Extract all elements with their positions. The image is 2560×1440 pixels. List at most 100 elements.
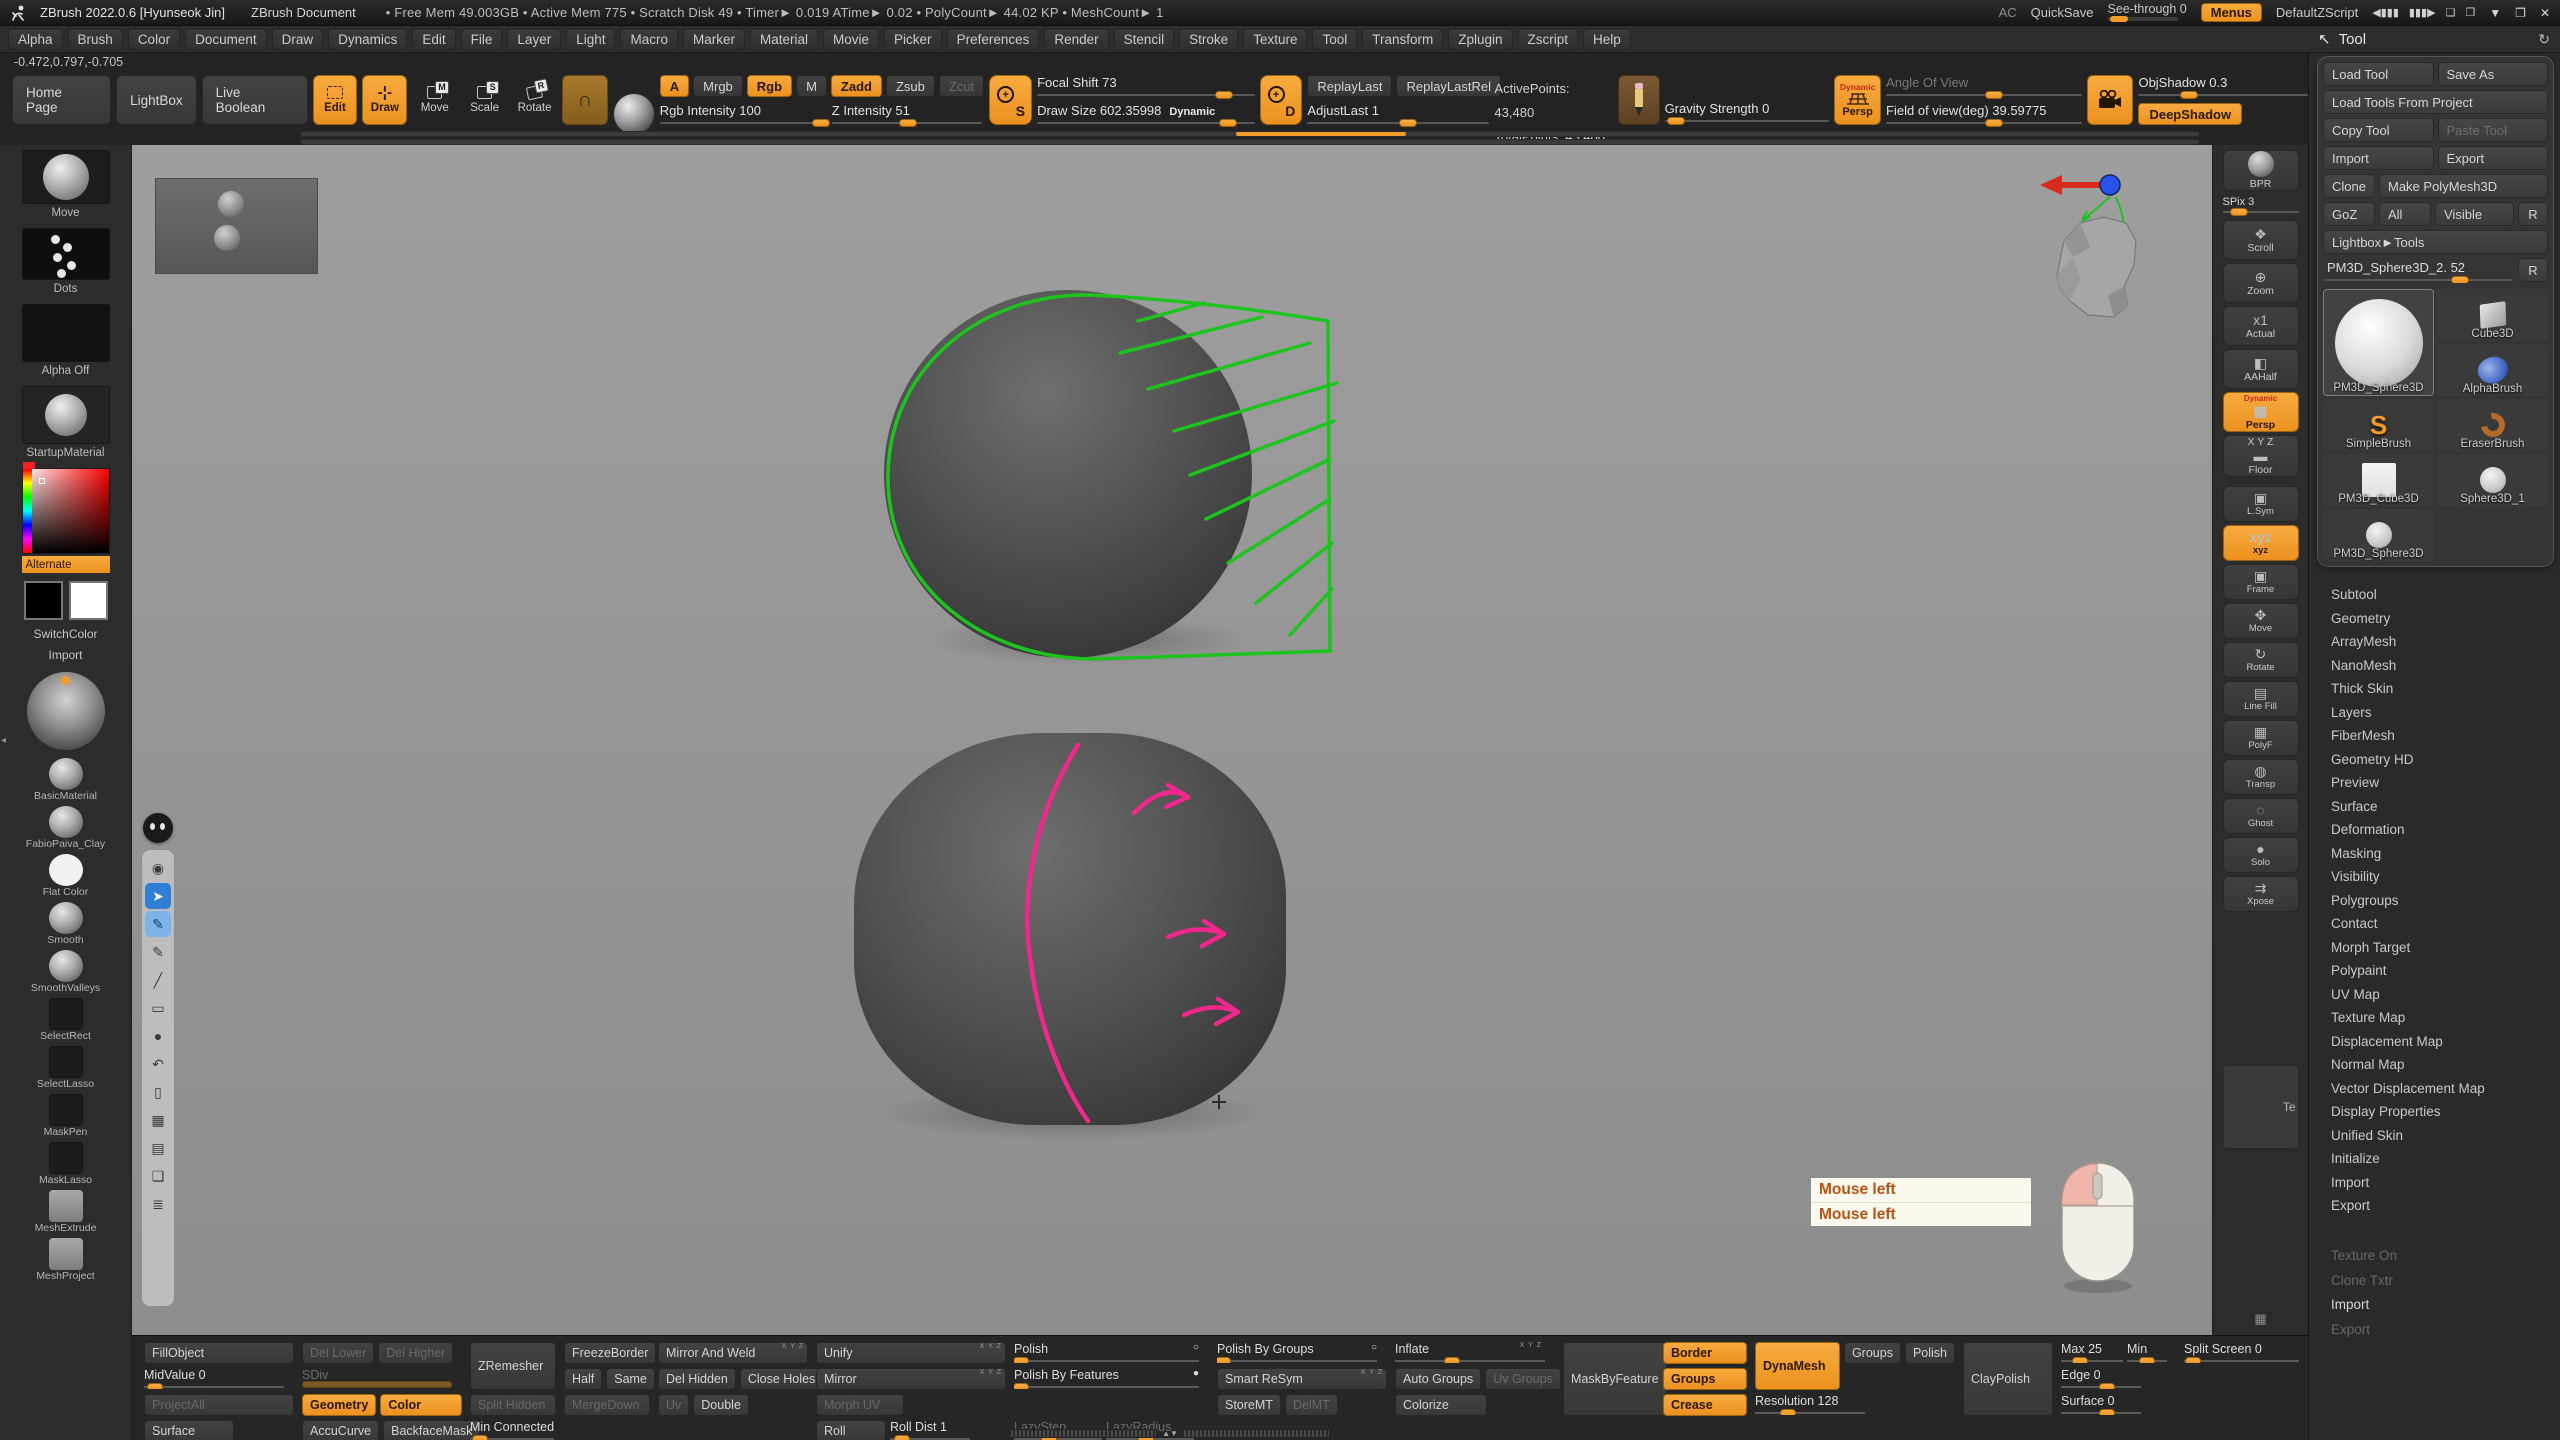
subpalette-item[interactable]: Thick Skin bbox=[2331, 677, 2554, 701]
max-25-slider[interactable]: Max 25 bbox=[2061, 1342, 2123, 1363]
lightbox-tools-button[interactable]: Lightbox►Tools bbox=[2323, 230, 2548, 254]
tool-thumb-simplebrush[interactable]: SSimpleBrush bbox=[2323, 399, 2434, 451]
split-hidden-button[interactable]: Split Hidden bbox=[470, 1394, 556, 1416]
surface-button[interactable]: Surface bbox=[144, 1420, 234, 1440]
import-texture-button[interactable]: Import bbox=[48, 648, 82, 662]
material-item[interactable]: MaskPen bbox=[0, 1094, 131, 1140]
storemt-button[interactable]: StoreMT bbox=[1217, 1394, 1281, 1416]
menu-item[interactable]: Macro bbox=[620, 29, 678, 50]
annotation-tool-icon[interactable]: ✎ bbox=[145, 939, 171, 965]
panel-reload-icon[interactable]: ↻ bbox=[2538, 31, 2550, 48]
menu-item[interactable]: Transform bbox=[1362, 29, 1443, 50]
subpalette-item[interactable]: Visibility bbox=[2331, 865, 2554, 889]
zremesher-button[interactable]: ZRemesher bbox=[470, 1342, 556, 1390]
tool-thumb-selected[interactable]: PM3D_Sphere3D bbox=[2323, 289, 2434, 396]
roll-button[interactable]: Roll bbox=[816, 1420, 886, 1440]
material-item[interactable]: MeshExtrude bbox=[0, 1190, 131, 1236]
collapse-right-tray-icon[interactable]: ▮▮▮▶ bbox=[2409, 6, 2436, 19]
display-mode-button[interactable]: ✥ Move bbox=[2223, 603, 2299, 639]
live-boolean-button[interactable]: Live Boolean bbox=[202, 75, 308, 125]
menu-item[interactable]: Help bbox=[1583, 29, 1631, 50]
crease-button[interactable]: Crease bbox=[1663, 1394, 1747, 1416]
default-zscript-button[interactable]: DefaultZScript bbox=[2276, 5, 2358, 20]
deep-shadow-button[interactable]: DeepShadow bbox=[2138, 103, 2242, 125]
display-mode-button[interactable]: ▣ Frame bbox=[2223, 564, 2299, 600]
tool-thumb-pm3d-cube3d[interactable]: PM3D_Cube3D bbox=[2323, 454, 2434, 506]
load-tools-from-project-button[interactable]: Load Tools From Project bbox=[2323, 90, 2548, 114]
menu-item[interactable]: Stencil bbox=[1114, 29, 1175, 50]
adjust-last-slider[interactable]: AdjustLast 1 bbox=[1307, 103, 1489, 125]
display-mode-button[interactable]: ▤ Line Fill bbox=[2223, 681, 2299, 717]
angle-of-view-slider[interactable]: Angle Of View bbox=[1886, 75, 2082, 97]
annotation-tool-icon[interactable]: ↶ bbox=[145, 1051, 171, 1077]
material-item[interactable]: SelectRect bbox=[0, 998, 131, 1044]
polish-by-features-slider[interactable]: Polish By Features● bbox=[1014, 1368, 1199, 1389]
lightbox-divider-top[interactable] bbox=[300, 131, 2200, 137]
annotation-tool-icon[interactable]: ≣ bbox=[145, 1191, 171, 1217]
groups-button[interactable]: Groups bbox=[1663, 1368, 1747, 1390]
projectall-button[interactable]: ProjectAll bbox=[144, 1394, 294, 1416]
polish-slider[interactable]: Polish○ bbox=[1014, 1342, 1199, 1363]
polish-by-groups-slider[interactable]: Polish By Groups○ bbox=[1217, 1342, 1377, 1363]
menu-item[interactable]: Material bbox=[750, 29, 818, 50]
subpalette-item[interactable]: UV Map bbox=[2331, 983, 2554, 1007]
delmt-button[interactable]: DelMT bbox=[1285, 1394, 1338, 1416]
material-item[interactable]: FabioPaiva_Clay bbox=[0, 806, 131, 852]
layout-icon-2[interactable]: ❐ bbox=[2465, 6, 2475, 19]
subpalette-item[interactable]: Surface bbox=[2331, 795, 2554, 819]
display-mode-button[interactable]: xyz xyz bbox=[2223, 525, 2299, 561]
annotation-tool-icon[interactable] bbox=[145, 1219, 171, 1245]
goz-visible-button[interactable]: Visible bbox=[2435, 202, 2514, 226]
display-mode-button[interactable]: ◍ Transp bbox=[2223, 759, 2299, 795]
current-material-button[interactable] bbox=[613, 93, 655, 135]
shelf-footer-icon[interactable]: ▦ bbox=[2254, 1311, 2266, 1327]
menu-item[interactable]: Dynamics bbox=[328, 29, 407, 50]
subpalette-item[interactable]: ArrayMesh bbox=[2331, 630, 2554, 654]
mirror-button[interactable]: MirrorX Y Z bbox=[816, 1368, 1006, 1390]
del-hidden-button[interactable]: Del Hidden bbox=[658, 1368, 736, 1390]
menu-item[interactable]: Picker bbox=[884, 29, 942, 50]
color-button[interactable]: Color bbox=[380, 1394, 462, 1416]
freezeborder-button[interactable]: FreezeBorder bbox=[564, 1342, 656, 1364]
edit-button[interactable]: Edit bbox=[313, 75, 358, 125]
clone-button[interactable]: Clone bbox=[2323, 174, 2375, 198]
subpalette-item[interactable]: Contact bbox=[2331, 912, 2554, 936]
subpalette-item[interactable]: FiberMesh bbox=[2331, 724, 2554, 748]
menu-item[interactable]: File bbox=[461, 29, 503, 50]
window-restore-button[interactable]: ❐ bbox=[2515, 6, 2526, 20]
backfacemask-button[interactable]: BackfaceMask bbox=[383, 1420, 480, 1440]
menu-item[interactable]: Zscript bbox=[1518, 29, 1579, 50]
subpalette-item[interactable]: Polygroups bbox=[2331, 889, 2554, 913]
lightbox-scroll-segment[interactable] bbox=[1236, 132, 1406, 136]
claypolish-button[interactable]: ClayPolish bbox=[1963, 1342, 2053, 1416]
mirror-and-weld-button[interactable]: Mirror And WeldX Y Z bbox=[658, 1342, 808, 1364]
sculpt-sphere-object[interactable] bbox=[884, 290, 1252, 658]
uv-groups-button[interactable]: Uv Groups bbox=[1485, 1368, 1561, 1390]
goz-all-button[interactable]: All bbox=[2379, 202, 2431, 226]
alternate-button[interactable]: Alternate bbox=[22, 556, 110, 573]
menu-item[interactable]: Tool bbox=[1312, 29, 1357, 50]
current-brush-thumbnail[interactable] bbox=[22, 150, 110, 204]
menu-item[interactable]: Marker bbox=[683, 29, 745, 50]
main-color-swatch[interactable] bbox=[24, 581, 63, 620]
panel-back-icon[interactable]: ↖ bbox=[2318, 30, 2331, 48]
min-slider[interactable]: Min bbox=[2127, 1342, 2167, 1363]
dynamesh-button[interactable]: DynaMesh bbox=[1755, 1342, 1840, 1390]
fillobject-button[interactable]: FillObject bbox=[144, 1342, 294, 1364]
mergedown-button[interactable]: MergeDown bbox=[564, 1394, 650, 1416]
import-button[interactable]: Import bbox=[2323, 146, 2434, 170]
menu-item[interactable]: Draw bbox=[272, 29, 324, 50]
texture-extra-item[interactable]: Texture On bbox=[2331, 1244, 2554, 1269]
smart-resym-button[interactable]: Smart ReSymX Y Z bbox=[1217, 1368, 1387, 1390]
replay-last-rel-button[interactable]: ReplayLastRel bbox=[1396, 75, 1501, 97]
accucurve-button[interactable]: AccuCurve bbox=[302, 1420, 379, 1440]
edge-0-slider[interactable]: Edge 0 bbox=[2061, 1368, 2141, 1389]
tool-thumb-eraserbrush[interactable]: EraserBrush bbox=[2437, 399, 2548, 451]
subpalette-item[interactable]: Initialize bbox=[2331, 1147, 2554, 1171]
annotation-tool-icon[interactable]: ▯ bbox=[145, 1079, 171, 1105]
midvalue-0-slider[interactable]: MidValue 0 bbox=[144, 1368, 284, 1389]
mrgb-toggle[interactable]: Mrgb bbox=[693, 75, 743, 97]
material-item[interactable]: MaskLasso bbox=[0, 1142, 131, 1188]
material-item[interactable]: Flat Color bbox=[0, 854, 131, 900]
display-mode-button[interactable]: ⇉ Xpose bbox=[2223, 876, 2299, 912]
